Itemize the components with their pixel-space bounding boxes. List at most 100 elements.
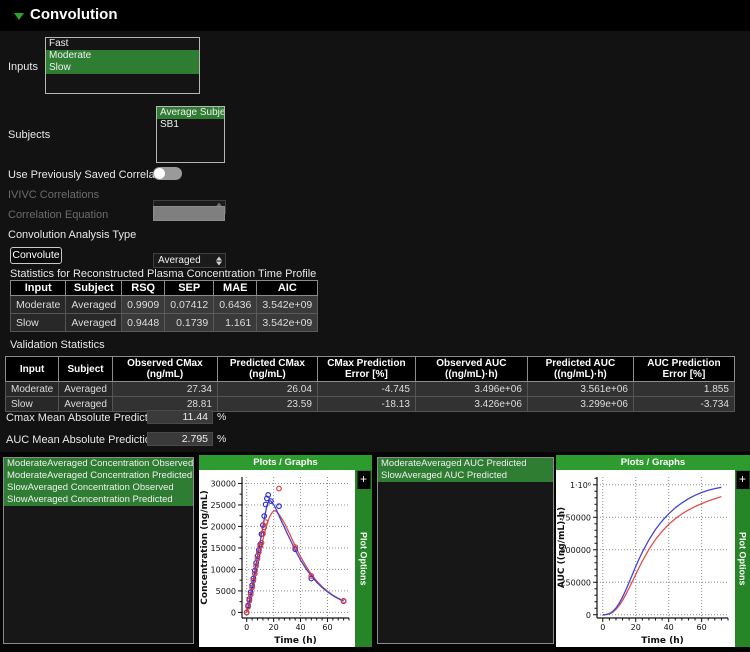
plot-header: Plots / Graphs [199,455,372,470]
svg-text:0: 0 [600,623,605,632]
cmax-error-field[interactable]: 11.44 [147,410,213,424]
plot-header: Plots / Graphs [556,455,750,470]
add-plot-button[interactable]: + [357,471,370,489]
validation-table: InputSubjectObserved CMax (ng/mL)Predict… [5,356,735,412]
table-cell: Averaged [59,397,113,412]
table-cell: Averaged [66,296,122,314]
svg-text:20000: 20000 [211,522,236,531]
table-cell: -4.745 [317,382,415,397]
table-cell: 27.34 [112,382,217,397]
table-cell: Slow [11,314,66,332]
column-header: Input [6,357,59,382]
table-cell: 3.542e+09 [257,314,318,332]
table-cell: 23.59 [217,397,317,412]
svg-text:5000: 5000 [216,587,236,596]
stats-table-title: Statistics for Reconstructed Plasma Conc… [10,268,316,280]
list-item[interactable]: Slow [46,62,199,74]
list-item[interactable]: Average Subject [157,107,224,119]
auc-plot-panel: Plots / Graphs 0204060025000050000075000… [556,455,750,651]
list-item[interactable]: Moderate [46,50,199,62]
table-cell: Moderate [11,296,66,314]
table-cell: 3.496e+06 [415,382,527,397]
concentration-chart: 0204060050001000015000200002500030000Tim… [199,470,355,647]
column-header: RSQ [122,281,165,296]
inputs-label: Inputs [8,61,38,73]
plot-options-label: Plot Options [738,532,748,586]
list-item[interactable]: ModerateAveraged AUC Predicted [378,458,553,470]
table-cell: 3.299e+06 [527,397,633,412]
column-header: AIC [257,281,318,296]
convolution-panel: Convolution Inputs FastModerateSlow Subj… [0,0,750,652]
table-cell: 0.6436 [214,296,257,314]
svg-text:20: 20 [269,623,279,632]
concentration-legend-list[interactable]: ModerateAveraged Concentration ObservedM… [3,457,194,644]
svg-text:1·10⁶: 1·10⁶ [570,481,591,490]
plot-footer [199,647,372,651]
svg-text:60: 60 [697,623,707,632]
table-cell: 0.07412 [165,296,214,314]
svg-text:0: 0 [244,623,249,632]
column-header: Input [11,281,66,296]
collapse-arrow-icon[interactable] [14,13,24,20]
svg-text:25000: 25000 [211,501,236,510]
table-cell: Slow [6,397,59,412]
analysis-type-select[interactable]: Averaged [153,253,226,268]
svg-text:20: 20 [631,623,641,632]
auc-legend-list[interactable]: ModerateAveraged AUC PredictedSlowAverag… [377,457,554,644]
add-plot-button[interactable]: + [736,471,749,489]
auc-error-field[interactable]: 2.795 [147,432,213,446]
column-header: Observed CMax (ng/mL) [112,357,217,382]
table-cell: -3.734 [633,397,734,412]
svg-text:10000: 10000 [211,565,236,574]
table-cell: 0.9909 [122,296,165,314]
table-cell: Averaged [66,314,122,332]
use-saved-correlation-toggle[interactable] [153,167,182,180]
list-item[interactable]: ModerateAveraged Concentration Predicted [4,470,193,482]
convolute-button[interactable]: Convolute [10,247,62,264]
table-cell: 0.9448 [122,314,165,332]
table-cell: 3.426e+06 [415,397,527,412]
list-item[interactable]: SlowAveraged Concentration Observed [4,482,193,494]
table-row: SlowAveraged0.94480.17391.1613.542e+09 [11,314,318,332]
correlation-equation-label: Correlation Equation [8,209,108,221]
svg-text:AUC ((ng/mL)·h): AUC ((ng/mL)·h) [557,507,567,588]
concentration-plot-panel: Plots / Graphs 0204060050001000015000200… [199,455,372,651]
table-cell: 3.561e+06 [527,382,633,397]
list-item[interactable]: Fast [46,38,199,50]
subjects-list[interactable]: Average SubjectSB1 [156,106,225,163]
plot-options-tab[interactable]: + Plot Options [355,470,372,647]
list-item[interactable]: SlowAveraged AUC Predicted [378,470,553,482]
table-row: ModerateAveraged0.99090.074120.64363.542… [11,296,318,314]
list-item[interactable]: SB1 [157,119,224,131]
column-header: Subject [59,357,113,382]
correlation-equation-field[interactable] [153,206,225,221]
plot-options-tab[interactable]: + Plot Options [735,470,750,647]
header-bar: Convolution [0,0,750,31]
column-header: Observed AUC ((ng/mL)·h) [415,357,527,382]
table-cell: 1.161 [214,314,257,332]
column-header: CMax Prediction Error [%] [317,357,415,382]
table-cell: 3.542e+09 [257,296,318,314]
table-cell: -18.13 [317,397,415,412]
auc-error-unit: % [217,433,226,445]
svg-text:0: 0 [231,608,236,617]
svg-text:Concentration (ng/mL): Concentration (ng/mL) [200,490,210,604]
plot-options-label: Plot Options [359,532,369,586]
column-header: Predicted AUC ((ng/mL)·h) [527,357,633,382]
table-cell: 0.1739 [165,314,214,332]
svg-text:15000: 15000 [211,544,236,553]
svg-text:40: 40 [664,623,674,632]
column-header: Predicted CMax (ng/mL) [217,357,317,382]
table-cell: 26.04 [217,382,317,397]
auc-chart: 020406002500005000007500001·10⁶Time (h)A… [556,470,735,647]
column-header: MAE [214,281,257,296]
list-item[interactable]: ModerateAveraged Concentration Observed [4,458,193,470]
inputs-list[interactable]: FastModerateSlow [45,37,200,94]
list-item[interactable]: SlowAveraged Concentration Predicted [4,494,193,506]
svg-text:0: 0 [586,611,591,620]
svg-text:Time (h): Time (h) [641,636,683,646]
table-row: ModerateAveraged27.3426.04-4.7453.496e+0… [6,382,735,397]
stats-table: InputSubjectRSQSEPMAEAICModerateAveraged… [10,280,318,332]
toggle-knob-icon [154,168,165,179]
table-cell: 1.855 [633,382,734,397]
